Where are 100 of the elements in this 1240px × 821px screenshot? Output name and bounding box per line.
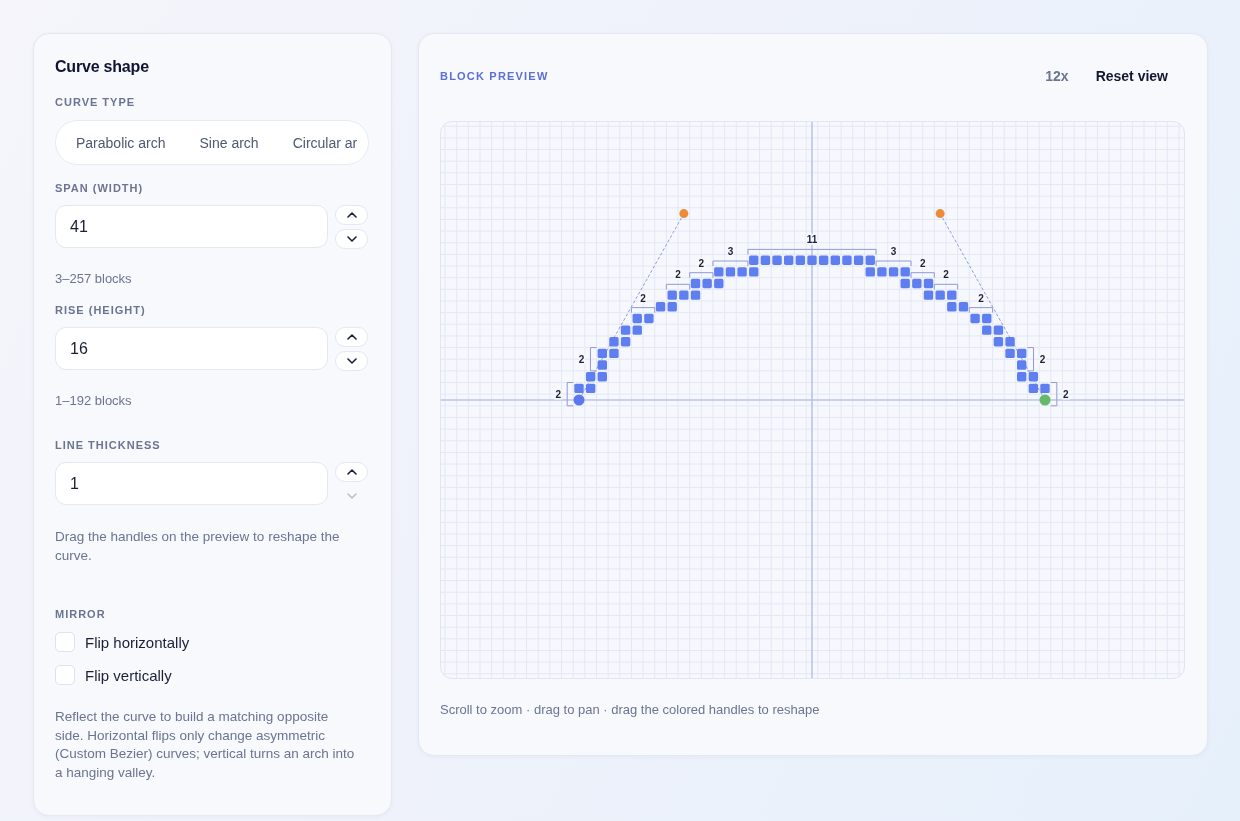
- block: [993, 325, 1004, 335]
- curve-type-option[interactable]: Parabolic arch: [59, 126, 183, 159]
- dimension-label: 2: [578, 353, 585, 365]
- dimension-label: 2: [1039, 353, 1046, 365]
- endpoint-handle-icon[interactable]: [1039, 394, 1051, 406]
- number-input[interactable]: 1: [55, 462, 328, 505]
- block: [760, 255, 771, 265]
- block: [714, 267, 724, 277]
- dimension-bracket: [630, 307, 656, 314]
- field-label: SPAN (WIDTH): [55, 181, 145, 195]
- block: [1040, 383, 1050, 394]
- block: [655, 302, 666, 312]
- block: [609, 348, 619, 359]
- panel-title: Curve shape: [55, 57, 150, 77]
- increment-button[interactable]: [335, 462, 368, 482]
- decrement-button[interactable]: [335, 229, 368, 249]
- block: [632, 325, 642, 335]
- block: [690, 290, 701, 300]
- block: [993, 337, 1004, 347]
- number-input[interactable]: 41: [55, 205, 328, 248]
- block: [644, 313, 654, 324]
- number-input[interactable]: 16: [55, 327, 328, 370]
- block: [1017, 348, 1027, 359]
- block: [585, 372, 596, 382]
- field-hint: 1–192 blocks: [55, 393, 133, 409]
- chevron-down-icon: [346, 493, 357, 499]
- block: [795, 255, 806, 265]
- chevron-down-icon: [346, 236, 357, 242]
- block: [923, 290, 934, 300]
- block: [702, 278, 712, 289]
- dimension-label: 2: [675, 269, 681, 281]
- dimension-label: 2: [1063, 388, 1069, 400]
- increment-button[interactable]: [335, 205, 368, 225]
- block: [725, 267, 736, 277]
- chevron-down-icon: [346, 358, 357, 364]
- block: [923, 278, 934, 289]
- dimension-label: 11: [806, 234, 818, 246]
- block: [620, 325, 631, 335]
- field-hint: 3–257 blocks: [55, 271, 133, 287]
- dimension-bracket: [968, 307, 994, 314]
- dimension-bracket: [589, 347, 597, 372]
- block: [632, 313, 642, 324]
- preview-hint: Scroll to zoom · drag to pan · drag the colored handles to reshape: [440, 702, 821, 718]
- checkbox-label[interactable]: Flip vertically: [85, 666, 172, 684]
- dimension-bracket: [689, 272, 714, 279]
- curve-type-option[interactable]: Circular ar: [275, 126, 362, 159]
- dimension-bracket: [933, 283, 959, 290]
- reset-view-button[interactable]: Reset view: [1081, 59, 1182, 93]
- block: [620, 337, 631, 347]
- checkbox[interactable]: [55, 632, 75, 652]
- field-label: RISE (HEIGHT): [55, 303, 147, 317]
- section-label: CURVE TYPE: [55, 95, 137, 109]
- dimension-label: 2: [978, 292, 984, 304]
- endpoint-handle-icon[interactable]: [573, 394, 585, 406]
- chevron-up-icon: [346, 212, 357, 218]
- section-label: MIRROR: [55, 607, 107, 621]
- dimension-label: 3: [890, 246, 897, 258]
- decrement-button[interactable]: [335, 351, 368, 371]
- block: [1028, 372, 1039, 382]
- dimension-label: 2: [943, 269, 949, 281]
- control-handle-icon[interactable]: [935, 209, 945, 219]
- block: [1005, 348, 1015, 359]
- zoom-level: 12x: [1045, 68, 1069, 84]
- block: [970, 313, 980, 324]
- block: [818, 255, 829, 265]
- checkbox-label[interactable]: Flip horizontally: [85, 633, 190, 651]
- block: [1005, 337, 1015, 347]
- block: [574, 383, 584, 394]
- block: [597, 348, 607, 359]
- chevron-up-icon: [346, 469, 357, 475]
- dimension-label: 2: [555, 388, 561, 400]
- dimension-bracket: [712, 260, 749, 267]
- block: [585, 383, 596, 394]
- block: [900, 278, 910, 289]
- dimension-bracket: [1027, 347, 1035, 372]
- dimension-label: 2: [640, 292, 646, 304]
- preview-title: BLOCK PREVIEW: [440, 70, 549, 82]
- checkbox[interactable]: [55, 665, 75, 685]
- block: [900, 267, 910, 277]
- mirror-description: Reflect the curve to build a matching opposite side. Horizontal flips only change asymmetric (Custom Bezier) curves; vertical turns an arch into a hanging valley.: [55, 708, 356, 783]
- dimension-label: 2: [919, 257, 926, 269]
- curve-type-option[interactable]: Sine arch: [182, 126, 276, 159]
- block: [807, 255, 817, 265]
- chevron-up-icon: [346, 334, 357, 340]
- dimension-bracket: [665, 283, 691, 290]
- help-text: Drag the handles on the preview to reshape the curve.: [55, 528, 341, 565]
- block: [690, 278, 701, 289]
- block: [853, 255, 864, 265]
- block: [982, 313, 992, 324]
- block-preview-canvas[interactable]: 11 3 3 2 2 2 2 2 2 2 2 2 2: [440, 121, 1185, 679]
- dimension-label: 2: [698, 257, 705, 269]
- increment-button[interactable]: [335, 327, 368, 347]
- dimension-label: 3: [727, 246, 734, 258]
- block: [1028, 383, 1039, 394]
- block: [888, 267, 899, 277]
- control-handle-icon[interactable]: [679, 209, 689, 219]
- block: [609, 337, 619, 347]
- block: [912, 278, 922, 289]
- field-label: LINE THICKNESS: [55, 438, 162, 452]
- dimension-bracket: [566, 382, 574, 407]
